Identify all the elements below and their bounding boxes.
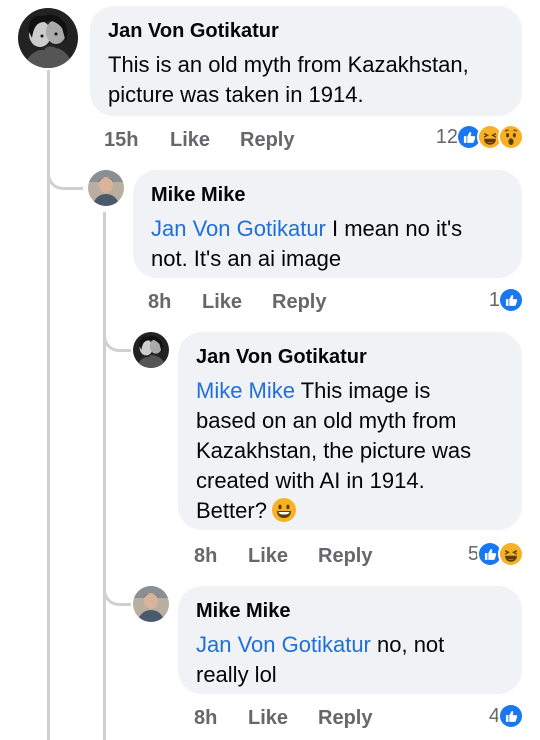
comment-text-line: created with AI in 1914. bbox=[196, 468, 425, 493]
comment-text-line: Jan Von Gotikatur no, not bbox=[196, 630, 504, 660]
comment-actions: 15h Like Reply bbox=[104, 126, 344, 154]
comment-text-line: This is an old myth from Kazakhstan, bbox=[108, 52, 469, 77]
like-button[interactable]: Like bbox=[248, 704, 288, 732]
comment-bubble: Jan Von Gotikatur This is an old myth fr… bbox=[90, 6, 522, 116]
avatar-image bbox=[133, 332, 169, 368]
avatar-image bbox=[18, 8, 78, 68]
comment-author[interactable]: Mike Mike bbox=[151, 182, 504, 208]
like-button[interactable]: Like bbox=[202, 288, 242, 316]
like-icon bbox=[498, 703, 524, 729]
grinning-face-emoji bbox=[271, 497, 297, 523]
reaction-count: 12 bbox=[435, 126, 458, 148]
avatar[interactable] bbox=[18, 8, 78, 68]
comment-text: This image is bbox=[295, 378, 431, 403]
comment-text-line: not. It's an ai image bbox=[151, 246, 342, 271]
comment-time[interactable]: 15h bbox=[104, 126, 138, 154]
comment-text: no, not bbox=[370, 632, 445, 657]
comment-bubble: Mike Mike Jan Von Gotikatur no, not real… bbox=[178, 586, 522, 694]
comment-text-line: Jan Von Gotikatur I mean no it's bbox=[151, 214, 504, 244]
comment-text: Better? bbox=[196, 498, 267, 523]
avatar[interactable] bbox=[133, 332, 169, 368]
reactions-summary[interactable]: 5 bbox=[420, 540, 524, 568]
avatar-image bbox=[133, 586, 169, 622]
reply-button[interactable]: Reply bbox=[240, 126, 294, 154]
avatar[interactable] bbox=[133, 586, 169, 622]
comment-time[interactable]: 8h bbox=[194, 542, 217, 570]
avatar[interactable] bbox=[88, 170, 124, 206]
like-button[interactable]: Like bbox=[170, 126, 210, 154]
thread-line-reply-1 bbox=[103, 212, 106, 740]
comment-text-line: really lol bbox=[196, 662, 277, 687]
avatar-image bbox=[88, 170, 124, 206]
thread-connector-reply-1 bbox=[47, 150, 83, 190]
reactions-summary[interactable]: 4 bbox=[440, 702, 524, 730]
reactions-summary[interactable]: 12 bbox=[400, 123, 524, 151]
comment-text-line: Kazakhstan, the picture was bbox=[196, 438, 472, 463]
comment-text-line: Mike Mike This image is bbox=[196, 376, 504, 406]
comment-actions: 8h Like Reply bbox=[194, 542, 434, 570]
thread-connector-reply-2 bbox=[103, 312, 131, 352]
comment-bubble: Mike Mike Jan Von Gotikatur I mean no it… bbox=[133, 170, 522, 278]
mention-link[interactable]: Jan Von Gotikatur bbox=[196, 632, 371, 657]
like-button[interactable]: Like bbox=[248, 542, 288, 570]
comment-text: I mean no it's bbox=[325, 216, 463, 241]
comment-actions: 8h Like Reply bbox=[194, 704, 434, 732]
comment-text-line: picture was taken in 1914. bbox=[108, 82, 364, 107]
comment-text-line: based on an old myth from bbox=[196, 408, 457, 433]
reactions-summary[interactable]: 1 bbox=[440, 286, 524, 314]
comment-text-line: Better? bbox=[196, 496, 504, 526]
mention-link[interactable]: Mike Mike bbox=[196, 378, 295, 403]
comment-bubble: Jan Von Gotikatur Mike Mike This image i… bbox=[178, 332, 522, 530]
comment-author[interactable]: Mike Mike bbox=[196, 598, 504, 624]
reply-button[interactable]: Reply bbox=[318, 704, 372, 732]
comment-author[interactable]: Jan Von Gotikatur bbox=[196, 344, 504, 370]
comment-time[interactable]: 8h bbox=[194, 704, 217, 732]
reply-button[interactable]: Reply bbox=[272, 288, 326, 316]
mention-link[interactable]: Jan Von Gotikatur bbox=[151, 216, 326, 241]
comment-time[interactable]: 8h bbox=[148, 288, 171, 316]
reply-button[interactable]: Reply bbox=[318, 542, 372, 570]
thread-connector-reply-3 bbox=[103, 566, 131, 606]
wow-icon bbox=[498, 124, 524, 150]
haha-icon bbox=[498, 541, 524, 567]
comment-author[interactable]: Jan Von Gotikatur bbox=[108, 18, 504, 44]
comment-actions: 8h Like Reply bbox=[148, 288, 388, 316]
like-icon bbox=[498, 287, 524, 313]
